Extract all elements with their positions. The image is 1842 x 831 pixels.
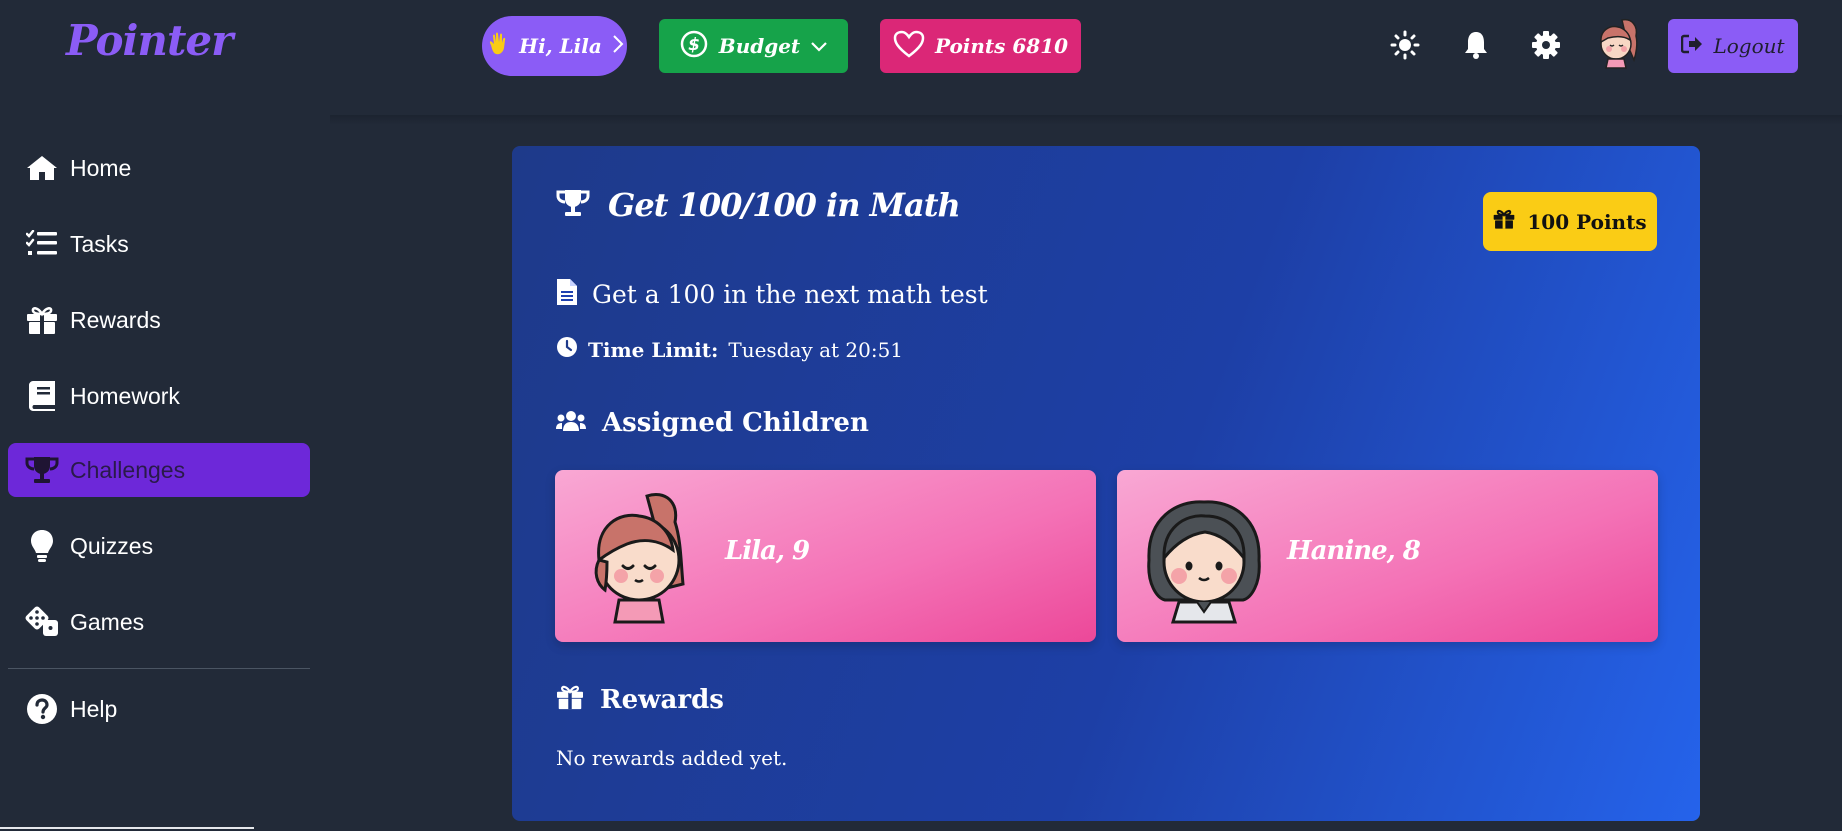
bell-icon[interactable] [1459,28,1493,62]
child-avatar [1139,488,1269,624]
chevron-right-icon [612,34,624,59]
sidebar-item-home[interactable]: Home [8,141,310,195]
gift-icon [8,305,72,335]
sidebar-item-label: Home [70,154,132,181]
challenge-description-row: Get a 100 in the next math test [556,278,988,311]
challenge-description: Get a 100 in the next math test [592,280,988,309]
assigned-children-title: Assigned Children [602,408,869,438]
trophy-icon [556,188,590,223]
sidebar-item-label: Help [70,695,118,722]
chevron-down-icon [810,34,828,58]
challenge-card: Get 100/100 in Math 100 Points Get a 100… [512,146,1700,821]
header-shadow [330,115,1842,125]
question-circle-icon [8,693,72,725]
sidebar-item-homework[interactable]: Homework [8,369,310,423]
child-name: Hanine, 8 [1287,536,1421,566]
sidebar-item-label: Challenges [70,456,186,483]
sidebar-item-games[interactable]: Games [8,595,310,649]
app-logo[interactable]: Pointer [66,16,233,65]
rewards-empty-text: No rewards added yet. [556,746,788,770]
gift-icon [1493,208,1515,235]
points-reward-badge[interactable]: 100 Points [1483,192,1657,251]
sidebar-item-label: Quizzes [70,532,154,559]
challenge-title-row: Get 100/100 in Math [556,186,961,224]
sidebar-item-challenges[interactable]: Challenges [8,443,310,497]
horizontal-scrollbar[interactable] [0,827,254,829]
sidebar-item-label: Games [70,608,145,635]
dice-icon [8,606,72,638]
theme-toggle-sun-icon[interactable] [1388,28,1422,62]
book-icon [8,380,72,412]
document-icon [556,278,578,311]
budget-button[interactable]: $ Budget [659,19,848,73]
logout-button[interactable]: Logout [1668,19,1798,73]
time-limit-label: Time Limit: [588,337,719,362]
challenge-title: Get 100/100 in Math [608,186,961,224]
rewards-title: Rewards [600,684,724,715]
trophy-icon [8,455,72,485]
home-icon [8,154,72,182]
time-limit-value: Tuesday at 20:51 [728,337,904,362]
sidebar-item-label: Homework [70,382,180,409]
user-avatar[interactable] [1592,16,1646,70]
child-name: Lila, 9 [725,536,810,566]
tasks-icon [8,230,72,258]
sidebar-item-help[interactable]: Help [8,682,310,736]
sidebar-item-label: Tasks [70,230,129,257]
sidebar-item-rewards[interactable]: Rewards [8,293,310,347]
sidebar-divider [8,668,310,669]
points-button[interactable]: Points 6810 [880,19,1081,73]
child-avatar [577,488,707,624]
points-badge-label: 100 Points [1527,209,1647,234]
gear-icon[interactable] [1529,28,1563,62]
lightbulb-icon [8,529,72,563]
child-card-lila[interactable]: Lila, 9 [555,470,1096,642]
svg-text:$: $ [688,35,700,55]
sidebar-item-quizzes[interactable]: Quizzes [8,519,310,573]
gift-icon [556,684,584,715]
sidebar-item-label: Rewards [70,306,161,333]
child-card-hanine[interactable]: Hanine, 8 [1117,470,1658,642]
rewards-heading: Rewards [556,684,724,715]
top-header: Pointer Hi, Lila $ Budget Points 6810 Lo… [0,0,1842,115]
users-icon [556,410,586,437]
wave-icon [485,31,509,62]
budget-label: Budget [718,34,801,58]
sidebar-item-tasks[interactable]: Tasks [8,217,310,271]
logout-label: Logout [1713,34,1785,58]
points-label: Points 6810 [934,34,1069,58]
greeting-button[interactable]: Hi, Lila [482,16,627,76]
clock-icon [556,336,578,363]
logout-icon [1681,34,1703,59]
assigned-children-heading: Assigned Children [556,408,869,438]
dollar-circle-icon: $ [679,29,709,64]
time-limit-row: Time Limit: Tuesday at 20:51 [556,336,903,363]
heart-icon [893,30,925,63]
greeting-label: Hi, Lila [519,34,602,58]
